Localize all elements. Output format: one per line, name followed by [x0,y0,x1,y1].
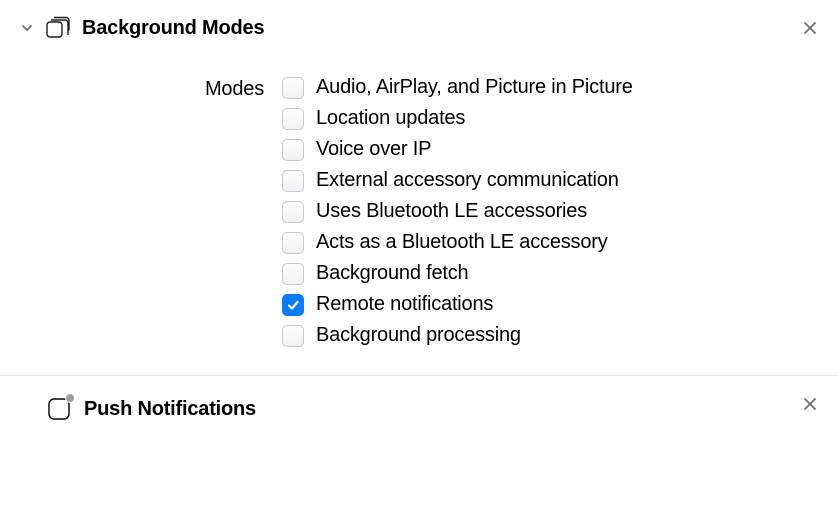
panel-title: Push Notifications [84,398,256,421]
mode-row: Acts as a Bluetooth LE accessory [282,231,633,254]
close-icon[interactable] [798,16,822,40]
capability-panel-background-modes: Background Modes Modes Audio, AirPlay, a… [0,0,838,375]
modes-body: Modes Audio, AirPlay, and Picture in Pic… [0,52,838,375]
mode-row: Background processing [282,324,633,347]
checkbox[interactable] [282,139,304,161]
mode-row: Remote notifications [282,293,633,316]
mode-label: Background fetch [316,262,468,285]
mode-row: Uses Bluetooth LE accessories [282,200,633,223]
modes-label: Modes [20,76,264,101]
modes-list: Audio, AirPlay, and Picture in Picture Lo… [282,76,633,347]
panel-title: Background Modes [82,17,264,40]
checkbox[interactable] [282,77,304,99]
chevron-down-icon[interactable] [18,19,36,37]
push-notifications-icon [44,394,74,424]
checkbox[interactable] [282,108,304,130]
mode-row: External accessory communication [282,169,633,192]
checkbox[interactable] [282,294,304,316]
checkbox[interactable] [282,263,304,285]
mode-row: Audio, AirPlay, and Picture in Picture [282,76,633,99]
capability-panel-push-notifications: Push Notifications [0,376,838,438]
mode-label: Uses Bluetooth LE accessories [316,200,587,223]
mode-label: Remote notifications [316,293,493,316]
close-icon[interactable] [798,392,822,416]
background-modes-icon [44,14,72,42]
mode-row: Voice over IP [282,138,633,161]
panel-header: Background Modes [0,0,838,52]
checkbox[interactable] [282,325,304,347]
checkbox[interactable] [282,201,304,223]
panel-header: Push Notifications [0,376,838,438]
mode-row: Background fetch [282,262,633,285]
mode-label: Audio, AirPlay, and Picture in Picture [316,76,633,99]
mode-label: External accessory communication [316,169,619,192]
mode-label: Acts as a Bluetooth LE accessory [316,231,608,254]
mode-row: Location updates [282,107,633,130]
mode-label: Background processing [316,324,521,347]
checkbox[interactable] [282,232,304,254]
mode-label: Voice over IP [316,138,431,161]
mode-label: Location updates [316,107,465,130]
checkbox[interactable] [282,170,304,192]
